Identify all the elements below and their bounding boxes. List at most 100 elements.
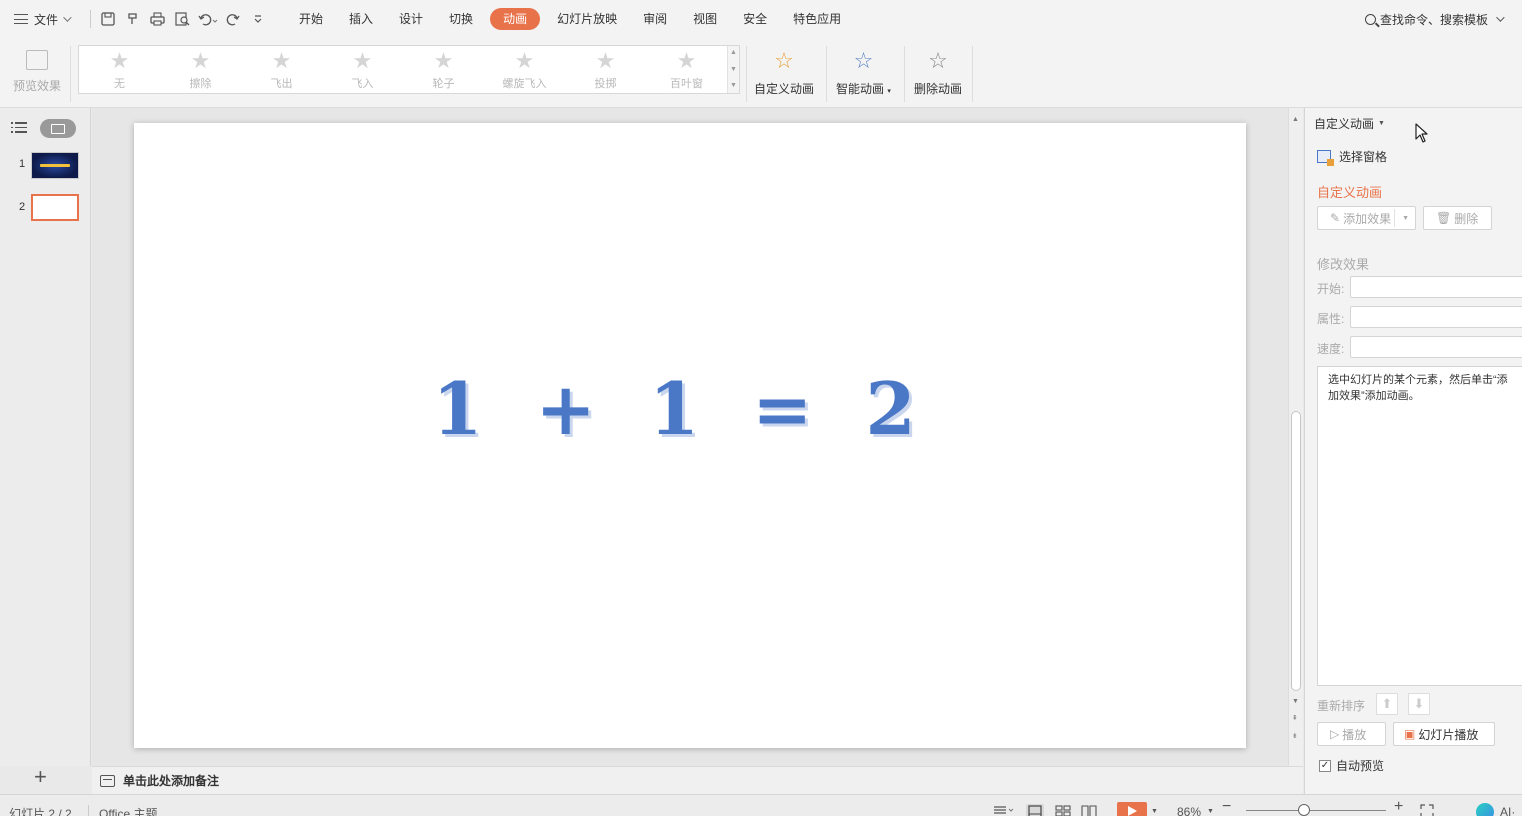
gallery-scrollbar[interactable]: ▲ ▼ ▼ xyxy=(727,46,739,93)
tab-view[interactable]: 视图 xyxy=(680,8,730,30)
tab-home[interactable]: 开始 xyxy=(286,8,336,30)
chevron-down-icon[interactable]: ▼ xyxy=(1151,808,1158,815)
move-down-button[interactable]: ⬇ xyxy=(1408,693,1430,715)
slide-sorter-icon[interactable] xyxy=(1054,804,1072,816)
scroll-down-icon[interactable]: ▼ xyxy=(730,65,737,75)
checkmark-icon: ✓ xyxy=(1319,759,1331,772)
expand-gallery-icon[interactable]: ▼ xyxy=(730,81,737,91)
chevron-down-icon[interactable]: ▼ xyxy=(1207,808,1214,815)
gallery-item-label: 投掷 xyxy=(594,78,617,90)
vertical-scrollbar[interactable]: ▲ ▼ ⇞ ⇟ xyxy=(1288,108,1303,766)
auto-preview-checkbox[interactable]: ✓ 自动预览 xyxy=(1319,757,1384,774)
format-painter-icon[interactable] xyxy=(120,7,145,31)
ai-assistant-label[interactable]: AI· xyxy=(1500,805,1515,816)
animation-list[interactable]: 选中幻灯片的某个元素，然后单击“添 加效果”添加动画。 xyxy=(1317,366,1522,686)
gallery-item-spiral-in[interactable]: ★ 螺旋飞入 xyxy=(484,46,565,93)
gallery-item-blinds[interactable]: ★ 百叶窗 xyxy=(646,46,727,93)
tab-review[interactable]: 审阅 xyxy=(630,8,680,30)
move-up-button[interactable]: ⬆ xyxy=(1376,693,1398,715)
slide-thumbnails-panel: 1 2 + xyxy=(0,108,91,788)
custom-animation-button[interactable]: ☆ 自定义动画 xyxy=(754,46,814,102)
scroll-down-icon[interactable]: ▼ xyxy=(1292,698,1299,705)
slide-equation-text[interactable]: 1 + 1 = 2 xyxy=(92,366,1270,451)
slide-thumbnail-1[interactable] xyxy=(31,152,79,179)
property-label: 属性: xyxy=(1317,312,1345,326)
gallery-item-fly-in[interactable]: ★ 飞入 xyxy=(322,46,403,93)
notes-view-icon[interactable] xyxy=(993,804,1014,816)
ai-assistant-icon[interactable] xyxy=(1476,803,1494,816)
tab-security[interactable]: 安全 xyxy=(730,8,780,30)
divider xyxy=(746,46,747,102)
tab-special-apps[interactable]: 特色应用 xyxy=(780,8,854,30)
divider xyxy=(972,46,973,102)
fit-window-icon[interactable] xyxy=(1420,804,1438,816)
chevron-down-icon: ▼ xyxy=(1378,120,1385,127)
slideshow-icon: ▣ xyxy=(1404,727,1416,741)
speed-select[interactable] xyxy=(1350,336,1522,358)
zoom-in-icon[interactable]: + xyxy=(1394,798,1403,816)
divider xyxy=(88,805,89,816)
play-slideshow-button[interactable] xyxy=(1117,802,1147,816)
star-icon: ★ xyxy=(109,48,130,73)
gallery-item-label: 无 xyxy=(114,78,125,90)
custom-animation-pane: 自定义动画 ▼ 选择窗格 自定义动画 ✎ 添加效果 ▼ 🗑 删除 修改效果 开始… xyxy=(1304,108,1522,794)
customize-toolbar-icon[interactable] xyxy=(245,7,270,31)
gallery-item-label: 轮子 xyxy=(432,78,455,90)
selection-pane-link[interactable]: 选择窗格 xyxy=(1317,148,1388,166)
slides-icon xyxy=(51,123,65,134)
print-icon[interactable] xyxy=(145,7,170,31)
preview-effect-button[interactable]: 预览效果 xyxy=(8,46,66,102)
tab-slideshow[interactable]: 幻灯片放映 xyxy=(544,8,630,30)
section-title: 自定义动画 xyxy=(1317,185,1383,200)
command-search[interactable]: 查找命令、搜索模板 xyxy=(1364,0,1505,38)
slide-editing-area: 1 + 1 = 2 xyxy=(92,108,1288,766)
gallery-item-fly-out[interactable]: ★ 飞出 xyxy=(241,46,322,93)
slide-view-toggle[interactable] xyxy=(40,119,76,138)
tab-animation[interactable]: 动画 xyxy=(490,8,541,30)
tab-design[interactable]: 设计 xyxy=(386,8,436,30)
reading-view-icon[interactable] xyxy=(1080,804,1098,816)
next-slide-icon[interactable]: ⇟ xyxy=(1292,732,1298,740)
gallery-item-label: 飞入 xyxy=(351,78,374,90)
gallery-item-wipe[interactable]: ★ 擦除 xyxy=(160,46,241,93)
delete-effect-button[interactable]: 🗑 删除 xyxy=(1423,206,1492,230)
play-button[interactable]: ▷ 播放 xyxy=(1317,722,1386,746)
task-pane-selector[interactable]: 自定义动画 ▼ xyxy=(1314,115,1385,132)
outline-view-icon[interactable] xyxy=(11,122,27,134)
print-preview-icon[interactable] xyxy=(170,7,195,31)
notes-pane[interactable]: 单击此处添加备注 xyxy=(92,766,1303,794)
undo-icon[interactable] xyxy=(195,7,220,31)
preview-icon xyxy=(26,50,48,70)
gallery-item-throw[interactable]: ★ 投掷 xyxy=(565,46,646,93)
zoom-slider-handle[interactable] xyxy=(1298,804,1310,816)
scroll-up-icon[interactable]: ▲ xyxy=(730,48,737,58)
scroll-up-icon[interactable]: ▲ xyxy=(1292,116,1299,123)
tab-insert[interactable]: 插入 xyxy=(336,8,386,30)
scrollbar-thumb[interactable] xyxy=(1291,411,1301,691)
save-icon[interactable] xyxy=(95,7,120,31)
slideshow-button[interactable]: ▣ 幻灯片播放 xyxy=(1393,722,1495,746)
notes-placeholder: 单击此处添加备注 xyxy=(123,774,220,788)
add-effect-button[interactable]: ✎ 添加效果 ▼ xyxy=(1317,206,1416,230)
start-select[interactable] xyxy=(1350,276,1522,298)
delete-animation-icon: ☆ xyxy=(928,48,948,73)
selection-pane-label: 选择窗格 xyxy=(1339,150,1388,164)
theme-name[interactable]: Office 主题 xyxy=(99,805,157,816)
add-slide-icon[interactable]: + xyxy=(34,766,47,788)
slide-thumbnail-2[interactable] xyxy=(31,194,79,221)
previous-slide-icon[interactable]: ⇞ xyxy=(1292,714,1298,722)
property-select[interactable] xyxy=(1350,306,1522,328)
animation-ribbon: 预览效果 ★ 无 ★ 擦除 ★ 飞出 ★ 飞入 ★ 轮子 ★ 螺旋飞入 ★ 投掷 ★ 百叶窗 ▲… xyxy=(0,38,1522,108)
start-label: 开始: xyxy=(1317,282,1345,296)
smart-animation-button[interactable]: ☆ 智能动画 ▾ xyxy=(836,46,891,102)
zoom-out-icon[interactable]: − xyxy=(1222,798,1231,816)
tab-transition[interactable]: 切换 xyxy=(436,8,486,30)
delete-animation-button[interactable]: ☆ 删除动画 xyxy=(914,46,962,102)
file-menu[interactable]: 文件 xyxy=(0,0,86,38)
normal-view-icon[interactable] xyxy=(1026,804,1044,816)
zoom-slider[interactable] xyxy=(1246,810,1386,811)
redo-icon[interactable] xyxy=(220,7,245,31)
zoom-level[interactable]: 86% xyxy=(1177,805,1201,816)
gallery-item-wheel[interactable]: ★ 轮子 xyxy=(403,46,484,93)
gallery-item-none[interactable]: ★ 无 xyxy=(79,46,160,93)
